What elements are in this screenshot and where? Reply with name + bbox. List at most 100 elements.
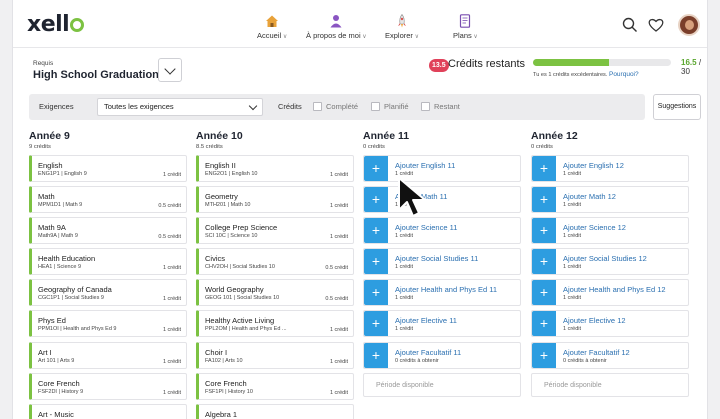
plus-icon[interactable]: +: [532, 187, 556, 213]
plus-icon[interactable]: +: [364, 249, 388, 275]
add-course-card[interactable]: + Ajouter Elective 11 1 crédit: [363, 310, 521, 338]
user-avatar[interactable]: [678, 14, 700, 36]
add-course-card[interactable]: + Ajouter Math 12 1 crédit: [531, 186, 689, 214]
plus-icon[interactable]: +: [532, 156, 556, 181]
course-card[interactable]: Math 9A Math9A | Math 9 0.5 crédit: [29, 217, 187, 245]
xello-logo[interactable]: xell: [27, 12, 85, 37]
course-card[interactable]: Core French FSF1PI | History 10 1 crédit: [196, 372, 354, 400]
add-course-card[interactable]: + Ajouter Social Studies 11 1 crédit: [363, 248, 521, 276]
year-title: Année 11: [363, 130, 410, 142]
course-code: FSF1PI | History 10: [205, 388, 253, 395]
course-card[interactable]: Geometry MTH201 | Math 10 1 crédit: [196, 186, 354, 214]
add-course-credit: 1 crédit: [563, 202, 582, 209]
nav-accueil[interactable]: Accueil: [257, 14, 287, 40]
course-credit: 1 crédit: [329, 234, 348, 241]
course-credit: 0.5 crédit: [325, 296, 348, 303]
rocket-icon: [398, 14, 406, 28]
course-card[interactable]: Art - Music: [29, 403, 187, 419]
add-course-card[interactable]: + Ajouter English 11 1 crédit: [363, 155, 521, 182]
course-card[interactable]: College Prep Science SCI 10C | Science 10…: [196, 217, 354, 245]
why-link[interactable]: Pourquoi?: [609, 71, 639, 78]
nav-plans[interactable]: Plans: [453, 14, 478, 40]
program-dropdown-button[interactable]: [158, 58, 182, 82]
add-course-credit: 0 crédits à obtenir: [395, 357, 439, 364]
plus-icon[interactable]: +: [364, 280, 388, 306]
search-icon[interactable]: [621, 16, 639, 34]
suggestions-button[interactable]: Suggestions: [653, 94, 701, 120]
plus-icon[interactable]: +: [364, 342, 388, 368]
remaining-checkbox[interactable]: [421, 102, 430, 111]
course-card[interactable]: Healthy Active Living PPL2OM | Health and…: [196, 310, 354, 338]
course-name: Core French: [205, 378, 247, 388]
plus-icon[interactable]: +: [532, 249, 556, 275]
available-period-slot[interactable]: Période disponible: [363, 372, 521, 397]
course-name: English II: [205, 161, 236, 170]
course-code: CGC1P1 | Social Studies 9: [38, 295, 104, 302]
filter-bar: Exigences Toutes les exigences Crédits C…: [29, 94, 645, 120]
heart-icon[interactable]: [647, 16, 665, 34]
credits-progress-fill: [533, 59, 609, 66]
course-card[interactable]: Phys Ed PPM1OI | Health and Phys Ed 9 1 cr…: [29, 310, 187, 338]
course-credit: 1 crédit: [329, 358, 348, 365]
completed-label: Complété: [326, 102, 359, 111]
add-course-card[interactable]: + Ajouter Science 11 1 crédit: [363, 217, 521, 245]
course-name: Geometry: [205, 192, 238, 202]
completed-checkbox[interactable]: [313, 102, 322, 111]
plus-icon[interactable]: +: [532, 280, 556, 306]
add-course-card[interactable]: +Ajouter Math 111 crédit: [363, 186, 521, 214]
course-card[interactable]: Math MPM1D1 | Math 9 0.5 crédit: [29, 186, 187, 214]
add-course-card[interactable]: + Ajouter Facultatif 11 0 crédits à obteni…: [363, 341, 521, 369]
credits-remaining-badge: 13.5: [429, 59, 449, 72]
course-code: PPL2OM | Health and Phys Ed ...: [205, 326, 287, 333]
add-course-card[interactable]: + Ajouter Health and Phys Ed 12 1 crédit: [531, 279, 689, 307]
add-course-label: Ajouter Science 11: [395, 223, 458, 233]
course-card[interactable]: English II ENG2O1 | English 10 1 crédit: [196, 155, 354, 182]
add-course-card[interactable]: + Ajouter Social Studies 12 1 crédit: [531, 248, 689, 276]
house-icon: [266, 15, 279, 27]
add-course-credit: 0 crédits à obtenir: [563, 357, 607, 364]
add-course-card[interactable]: + Ajouter Health and Phys Ed 11 1 crédit: [363, 279, 521, 307]
course-name: Phys Ed: [38, 316, 66, 326]
plus-icon[interactable]: +: [364, 187, 388, 213]
course-card[interactable]: Civics CHV2OH | Social Studies 10 0.5 créd…: [196, 248, 354, 276]
add-course-credit: 1 crédit: [395, 264, 414, 271]
requirements-label: Exigences: [39, 102, 74, 111]
plus-icon[interactable]: +: [532, 218, 556, 244]
course-name: Choir I: [205, 347, 228, 357]
course-card[interactable]: Art I Art 101 | Arts 9 1 crédit: [29, 341, 187, 369]
add-course-card[interactable]: + Ajouter Elective 12 1 crédit: [531, 310, 689, 338]
course-name: Civics: [205, 254, 225, 264]
add-course-label: Ajouter Science 12: [563, 223, 626, 233]
course-code: Math9A | Math 9: [38, 233, 78, 240]
nav-explorer[interactable]: Explorer: [385, 14, 419, 40]
person-icon: [330, 15, 342, 28]
course-credit: 1 crédit: [162, 265, 181, 272]
add-course-card[interactable]: + Ajouter Science 12 1 crédit: [531, 217, 689, 245]
document-icon: [460, 14, 471, 28]
plus-icon[interactable]: +: [364, 218, 388, 244]
add-course-card[interactable]: + Ajouter English 12 1 crédit: [531, 155, 689, 182]
course-card[interactable]: Geography of Canada CGC1P1 | Social Studi…: [29, 279, 187, 307]
course-card[interactable]: Algebra 1: [196, 403, 354, 419]
course-card[interactable]: Choir I FA102 | Arts 10 1 crédit: [196, 341, 354, 369]
course-card[interactable]: Health Education HEA1 | Science 9 1 crédit: [29, 248, 187, 276]
course-card[interactable]: Core French FSF2DI | History 9 1 crédit: [29, 372, 187, 400]
plus-icon[interactable]: +: [364, 156, 388, 181]
course-card[interactable]: World Geography GEOG 101 | Social Studies…: [196, 279, 354, 307]
nav-about-me[interactable]: À propos de moi: [306, 14, 367, 40]
planned-checkbox[interactable]: [371, 102, 380, 111]
course-card[interactable]: English ENG1P1 | English 9 1 crédit: [29, 155, 187, 182]
plus-icon[interactable]: +: [364, 311, 388, 337]
add-course-credit: 1 crédit: [563, 233, 582, 240]
add-course-card[interactable]: + Ajouter Facultatif 12 0 crédits à obteni…: [531, 341, 689, 369]
course-name: Art I: [38, 347, 52, 357]
year-column-10: Année 10 8.5 crédits English II ENG2O1 | …: [196, 130, 354, 419]
add-course-credit: 1 crédit: [563, 295, 582, 302]
requirements-select[interactable]: Toutes les exigences: [97, 98, 263, 116]
add-course-credit: 1 crédit: [563, 264, 582, 271]
available-period-slot[interactable]: Période disponible: [531, 372, 689, 397]
add-course-label: Ajouter English 11: [395, 161, 456, 170]
plus-icon[interactable]: +: [532, 311, 556, 337]
add-course-label: Ajouter Math 12: [563, 192, 616, 202]
plus-icon[interactable]: +: [532, 342, 556, 368]
